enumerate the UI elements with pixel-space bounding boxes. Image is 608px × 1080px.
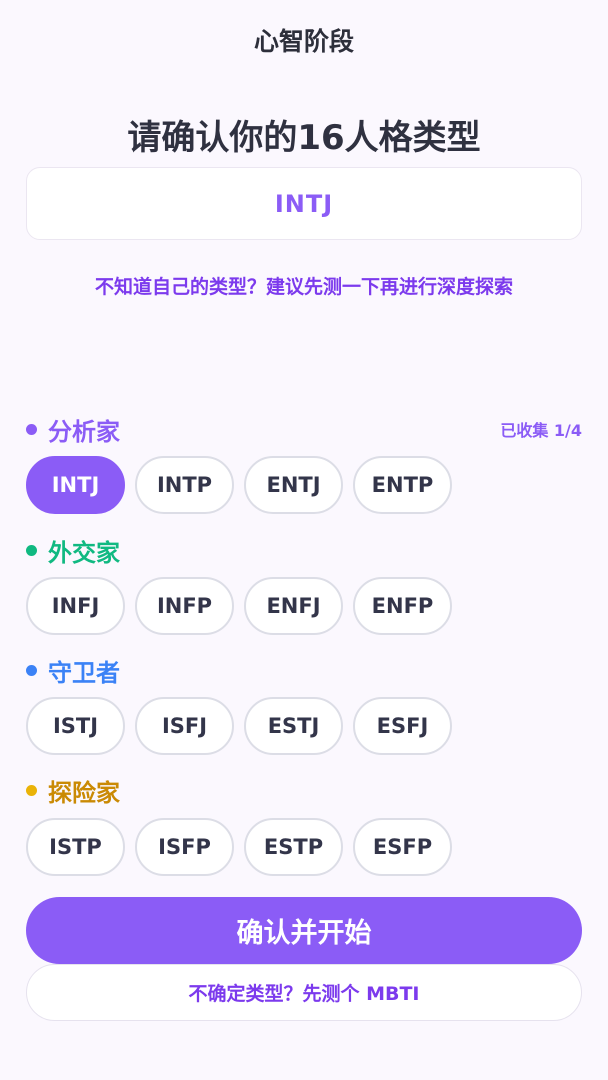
take-mbti-test-button[interactable]: 不确定类型？先测个 MBTI	[26, 964, 582, 1021]
type-chip-entp[interactable]: ENTP	[353, 456, 452, 514]
group-header-explorers: 探险家	[26, 774, 582, 807]
group-header-diplomats: 外交家	[26, 534, 582, 567]
type-row-analysts: INTJ INTP ENTJ ENTP	[26, 456, 462, 514]
type-chip-enfj[interactable]: ENFJ	[244, 577, 343, 635]
type-row-sentinels: ISTJ ISFJ ESTJ ESFJ	[26, 697, 462, 755]
type-chip-esfp[interactable]: ESFP	[353, 818, 452, 876]
group-header-sentinels: 守卫者	[26, 654, 582, 687]
test-hint-link[interactable]: 不知道自己的类型？建议先测一下再进行深度探索	[0, 272, 608, 299]
type-row-diplomats: INFJ INFP ENFJ ENFP	[26, 577, 462, 635]
group-dot-explorers	[26, 784, 37, 796]
type-chip-infp[interactable]: INFP	[135, 577, 234, 635]
group-label-analysts: 分析家	[48, 417, 120, 446]
type-chip-enfp[interactable]: ENFP	[353, 577, 452, 635]
group-dot-analysts	[26, 423, 37, 435]
nav-title: 心智阶段	[253, 27, 354, 56]
type-chip-istp[interactable]: ISTP	[26, 818, 125, 876]
type-chip-estp[interactable]: ESTP	[244, 818, 343, 876]
type-chip-entj[interactable]: ENTJ	[244, 456, 343, 514]
group-dot-sentinels	[26, 664, 37, 676]
confirm-start-button[interactable]: 确认并开始	[26, 897, 582, 964]
group-label-sentinels: 守卫者	[48, 658, 120, 687]
type-chip-esfj[interactable]: ESFJ	[353, 697, 452, 755]
type-chip-intp[interactable]: INTP	[135, 456, 234, 514]
group-label-explorers: 探险家	[48, 778, 120, 807]
type-chip-istj[interactable]: ISTJ	[26, 697, 125, 755]
type-chip-isfj[interactable]: ISFJ	[135, 697, 234, 755]
selected-type-display[interactable]: INTJ	[26, 167, 582, 240]
group-label-diplomats: 外交家	[48, 538, 120, 567]
group-dot-diplomats	[26, 544, 37, 556]
mbti-confirm-screen: 心智阶段 请确认你的16人格类型 INTJ 不知道自己的类型？建议先测一下再进行…	[0, 0, 608, 1080]
group-header-analysts: 分析家 已收集 1/4	[26, 413, 582, 446]
page-heading: 请确认你的16人格类型	[127, 118, 481, 158]
type-chip-estj[interactable]: ESTJ	[244, 697, 343, 755]
type-row-explorers: ISTP ISFP ESTP ESFP	[26, 818, 462, 876]
type-chip-infj[interactable]: INFJ	[26, 577, 125, 635]
type-chip-intj[interactable]: INTJ	[26, 456, 125, 514]
collected-count: 已收集 1/4	[500, 421, 582, 440]
type-chip-isfp[interactable]: ISFP	[135, 818, 234, 876]
